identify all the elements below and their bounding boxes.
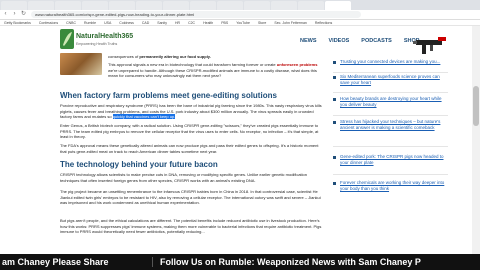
- bookmark-item[interactable]: YouTube: [236, 20, 250, 25]
- bookmarks-bar: Getty Bookmarks Confessions CNBC Rumble USA C…: [0, 20, 480, 26]
- site-logo-text: NaturalHealth365: [76, 33, 134, 40]
- bookmark-item[interactable]: C2C: [188, 20, 195, 25]
- bookmark-item[interactable]: Sec. John Fetterman: [274, 20, 307, 25]
- bookmark-item[interactable]: Health: [203, 20, 213, 25]
- browser-tab[interactable]: [163, 1, 189, 10]
- article-paragraph-5: The pig project became an unsettling rem…: [60, 189, 321, 205]
- article-thumbnail: [60, 53, 102, 75]
- sidebar-divider: [333, 146, 448, 147]
- bookmark-item[interactable]: Getty Bookmarks: [4, 20, 31, 25]
- back-icon[interactable]: ‹: [2, 11, 9, 18]
- sidebar-bullet: [333, 76, 336, 79]
- section-heading-1: When factory farm problems meet gene-edi…: [60, 91, 277, 100]
- article-paragraph-6: But pigs aren't people, and the ethical …: [60, 218, 322, 234]
- site-logo-tagline: Empowering Health Truths: [76, 42, 118, 46]
- scrollbar-thumb[interactable]: [473, 86, 479, 126]
- forward-icon[interactable]: ›: [11, 11, 18, 18]
- reload-icon[interactable]: ↻: [20, 11, 27, 18]
- browser-tab[interactable]: [28, 1, 54, 10]
- browser-tab[interactable]: [325, 1, 351, 10]
- bookmark-item[interactable]: Confessions: [39, 20, 58, 25]
- article-intro-para: This approval signals a new era in biote…: [108, 62, 318, 78]
- sidebar-link-2[interactable]: Six Mediterranean superfoods science pro…: [340, 74, 448, 85]
- nav-news[interactable]: NEWS: [300, 38, 317, 44]
- nav-podcasts[interactable]: PODCASTS: [361, 38, 392, 44]
- sidebar-link-3[interactable]: How beauty brands are destroying your he…: [340, 96, 448, 107]
- bookmark-item[interactable]: Coldness: [119, 20, 134, 25]
- browser-tab[interactable]: [298, 1, 324, 10]
- browser-tab[interactable]: [82, 1, 108, 10]
- url-input[interactable]: www.naturalhealth365.com/crispr-gene-edi…: [31, 11, 361, 18]
- sidebar-divider: [333, 115, 448, 116]
- bookmark-item[interactable]: Reflections: [315, 20, 332, 25]
- sidebar-bullet: [333, 121, 336, 124]
- sidebar-link-1[interactable]: Trusting your connected devices are maki…: [340, 59, 448, 65]
- sidebar-divider: [333, 72, 448, 73]
- sidebar-link-6[interactable]: Forever chemicals are working their way …: [340, 180, 448, 191]
- selected-text[interactable]: quickly that vaccines can't keep up.: [112, 114, 176, 119]
- nav-videos[interactable]: VIDEOS: [329, 38, 350, 44]
- browser-tab[interactable]: [217, 1, 243, 10]
- sidebar-bullet: [333, 156, 336, 159]
- browser-tab[interactable]: [1, 1, 27, 10]
- browser-tab[interactable]: [55, 1, 81, 10]
- browser-tab[interactable]: [244, 1, 270, 10]
- article-paragraph-1: Porcine reproductive and respiratory syn…: [60, 103, 322, 119]
- ticker-divider: [152, 257, 153, 267]
- browser-tab[interactable]: [271, 1, 297, 10]
- sidebar-divider: [333, 92, 448, 93]
- sidebar-divider: [333, 174, 448, 175]
- article-paragraph-3: The FDA's approval means these genetical…: [60, 143, 319, 154]
- address-bar: ‹ › ↻ www.naturalhealth365.com/crispr-ge…: [0, 10, 480, 20]
- sidebar-link-4[interactable]: Stress has hijacked your techniques – bu…: [340, 119, 448, 130]
- overlay-graphic: [413, 37, 446, 54]
- sidebar-link-5[interactable]: Gene-edited pork: The CRISPR pigs now he…: [340, 154, 448, 165]
- bookmark-item[interactable]: CNBC: [66, 20, 76, 25]
- browser-tab-bar: [0, 0, 480, 10]
- bookmark-item[interactable]: HR: [175, 20, 180, 25]
- ticker-text-left: am Chaney Please Share: [2, 257, 109, 267]
- article-intro-line1: consequences of permanently altering our…: [108, 54, 211, 59]
- sidebar-bullet: [333, 98, 336, 101]
- sidebar-bullet: [333, 61, 336, 64]
- bookmark-item[interactable]: Store: [258, 20, 266, 25]
- section-heading-2: The technology behind your future bacon: [60, 160, 218, 169]
- bookmark-item[interactable]: Sanity: [157, 20, 167, 25]
- bookmark-item[interactable]: USA: [104, 20, 111, 25]
- bookmark-item[interactable]: Rumble: [84, 20, 96, 25]
- browser-tab[interactable]: [190, 1, 216, 10]
- bookmark-item[interactable]: PBS: [221, 20, 228, 25]
- browser-tab[interactable]: [109, 1, 135, 10]
- sidebar-bullet: [333, 182, 336, 185]
- news-ticker: am Chaney Please Share Follow Us on Rumb…: [0, 254, 480, 270]
- article-paragraph-4: CRISPR technology allows scientists to m…: [60, 172, 307, 183]
- browser-tab[interactable]: [136, 1, 162, 10]
- site-nav: NEWS VIDEOS PODCASTS SHOP: [300, 38, 419, 44]
- ticker-text-right: Follow Us on Rumble: Weaponized News wit…: [160, 257, 421, 267]
- page-scrollbar[interactable]: [472, 26, 480, 254]
- bookmark-item[interactable]: CAD: [142, 20, 149, 25]
- article-paragraph-2: Enter Genus, a British biotech company, …: [60, 123, 319, 139]
